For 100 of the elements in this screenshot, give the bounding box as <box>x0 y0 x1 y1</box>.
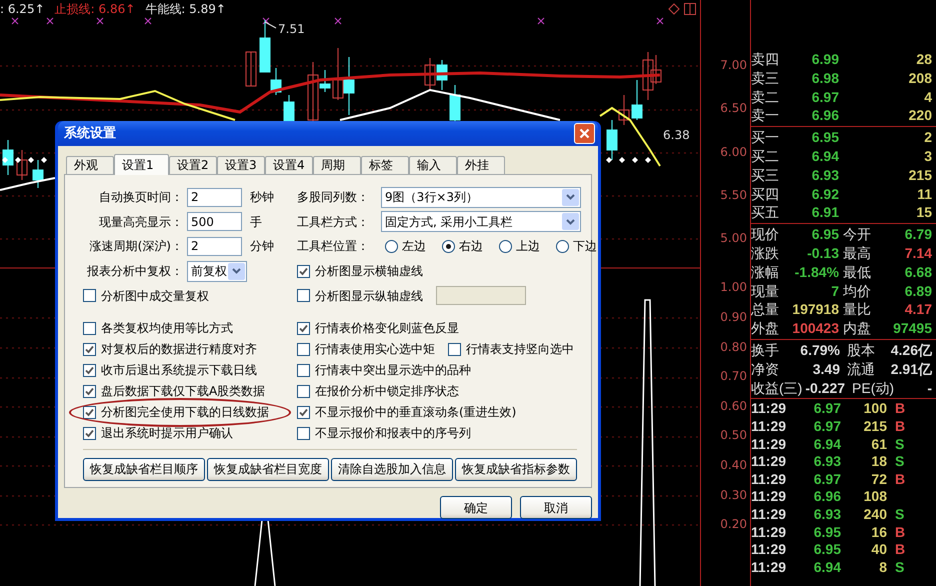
tick-volume: 61 <box>870 436 887 454</box>
quote-volume: 15 <box>915 203 933 222</box>
tab[interactable]: 设置4 <box>265 156 313 174</box>
quote-label: 涨跌 <box>751 244 780 263</box>
checkbox[interactable] <box>448 342 461 356</box>
quote-value: 3.49 <box>812 360 840 379</box>
quote-volume: 208 <box>908 68 933 88</box>
tick-volume: 8 <box>878 558 887 576</box>
tick-volume: 240 <box>862 506 887 524</box>
tab[interactable]: 设置1 <box>114 154 169 175</box>
field-label: 工具栏方式： <box>297 214 370 231</box>
candlestick <box>2 140 14 176</box>
checkbox[interactable] <box>297 364 310 377</box>
radio-button[interactable] <box>499 240 512 253</box>
tab[interactable]: 外观 <box>66 156 114 174</box>
quote-price: 6.97 <box>810 88 839 106</box>
tab[interactable]: 标签 <box>361 156 409 174</box>
tab[interactable]: 周期 <box>313 156 361 174</box>
quote-price: 6.99 <box>810 50 839 69</box>
quote-price: 6.95 <box>810 128 839 147</box>
quote-price: 6.91 <box>810 203 839 222</box>
axis-label: 5.00 <box>720 231 747 246</box>
quote-value: 6.95 <box>810 225 839 244</box>
field-label: 涨速周期(深沪)： <box>88 238 183 256</box>
input-field[interactable]: 2 <box>187 236 242 256</box>
quote-volume: 28 <box>915 50 933 69</box>
tick-price: 6.93 <box>812 453 841 471</box>
action-button[interactable]: 清除自选股加入信息 <box>331 458 453 481</box>
tick-time: 11:29 <box>751 453 788 471</box>
diamond-icon[interactable] <box>668 3 680 15</box>
candlestick <box>32 160 44 188</box>
quote-label: 最高 <box>842 244 872 263</box>
checkbox[interactable] <box>83 426 96 440</box>
tick-volume: 215 <box>862 418 887 436</box>
tick-side: S <box>894 436 906 454</box>
dialog-button[interactable]: 取消 <box>520 496 592 519</box>
axis-label: 0.20 <box>720 517 747 532</box>
radio-button[interactable] <box>556 240 569 253</box>
radio-button[interactable] <box>442 240 455 253</box>
quote-label: 外盘 <box>751 319 780 338</box>
field-label: 多股同列数： <box>297 189 370 206</box>
tick-time: 11:29 <box>751 541 788 559</box>
tab[interactable]: 外挂 <box>457 156 505 174</box>
tick-time: 11:29 <box>751 524 788 542</box>
option-label: 行情表支持竖向选中 <box>466 341 574 358</box>
checkbox[interactable] <box>297 384 310 398</box>
checkbox[interactable] <box>297 342 310 356</box>
checkbox[interactable] <box>83 289 96 302</box>
quote-label: 现量 <box>751 282 780 300</box>
quote-label: 均价 <box>842 282 872 300</box>
window-icon[interactable] <box>684 3 696 15</box>
quote-price: 6.94 <box>810 146 839 166</box>
dropdown[interactable]: 9图（3行×3列） <box>381 186 581 208</box>
checkbox[interactable] <box>297 264 310 278</box>
checkbox[interactable] <box>83 342 96 356</box>
checkbox[interactable] <box>297 406 310 419</box>
option-label: 在报价分析中锁定排序状态 <box>315 383 459 400</box>
checkbox[interactable] <box>83 384 96 398</box>
checkbox[interactable] <box>297 289 310 302</box>
candlestick <box>606 120 618 160</box>
tick-time: 11:29 <box>751 400 788 418</box>
dialog-button[interactable]: 确定 <box>440 496 512 519</box>
checkbox[interactable] <box>83 364 96 377</box>
checkbox[interactable] <box>83 406 96 419</box>
quote-volume: 215 <box>908 166 933 185</box>
checkbox[interactable] <box>83 322 96 335</box>
window-title: 系统设置 <box>64 124 116 143</box>
quote-label: 卖一 <box>751 106 780 126</box>
quote-value: 4.26亿 <box>890 340 933 360</box>
quote-label: 买五 <box>751 203 780 222</box>
quote-value: 4.17 <box>904 300 933 320</box>
checkbox[interactable] <box>297 322 310 335</box>
quote-value: 7 <box>830 282 839 300</box>
dropdown[interactable]: 前复权 <box>187 260 247 282</box>
indicator-value: 止损线: 6.86↑ <box>54 1 136 18</box>
candlestick <box>436 60 448 90</box>
candlestick <box>16 150 28 180</box>
tab[interactable]: 输入 <box>409 156 457 174</box>
quote-value: -1.84% <box>794 262 839 282</box>
candlestick <box>632 80 642 120</box>
quote-value: 6.89 <box>904 282 933 300</box>
action-button[interactable]: 恢复成缺省栏目顺序 <box>83 458 205 481</box>
tick-volume: 16 <box>870 524 887 542</box>
quote-value: -0.227 <box>805 378 846 398</box>
close-button[interactable] <box>574 123 595 144</box>
quote-volume: 11 <box>916 184 933 204</box>
radio-button[interactable] <box>385 240 398 253</box>
indicator-value: 牛能线: 5.89↑ <box>145 1 226 18</box>
unit-label: 分钟 <box>250 238 274 256</box>
action-button[interactable]: 恢复成缺省指标参数 <box>455 458 577 481</box>
input-field[interactable]: 2 <box>187 188 242 207</box>
action-button[interactable]: 恢复成缺省栏目宽度 <box>207 458 329 481</box>
axis-label: 0.90 <box>720 310 747 324</box>
radio-label: 右边 <box>459 238 483 256</box>
dropdown[interactable]: 固定方式, 采用小工具栏 <box>381 211 581 232</box>
checkbox[interactable] <box>297 426 310 440</box>
tab[interactable]: 设置2 <box>169 156 217 174</box>
input-field[interactable]: 500 <box>187 212 242 232</box>
quote-label: 股本 <box>846 340 875 360</box>
tab[interactable]: 设置3 <box>217 156 265 174</box>
